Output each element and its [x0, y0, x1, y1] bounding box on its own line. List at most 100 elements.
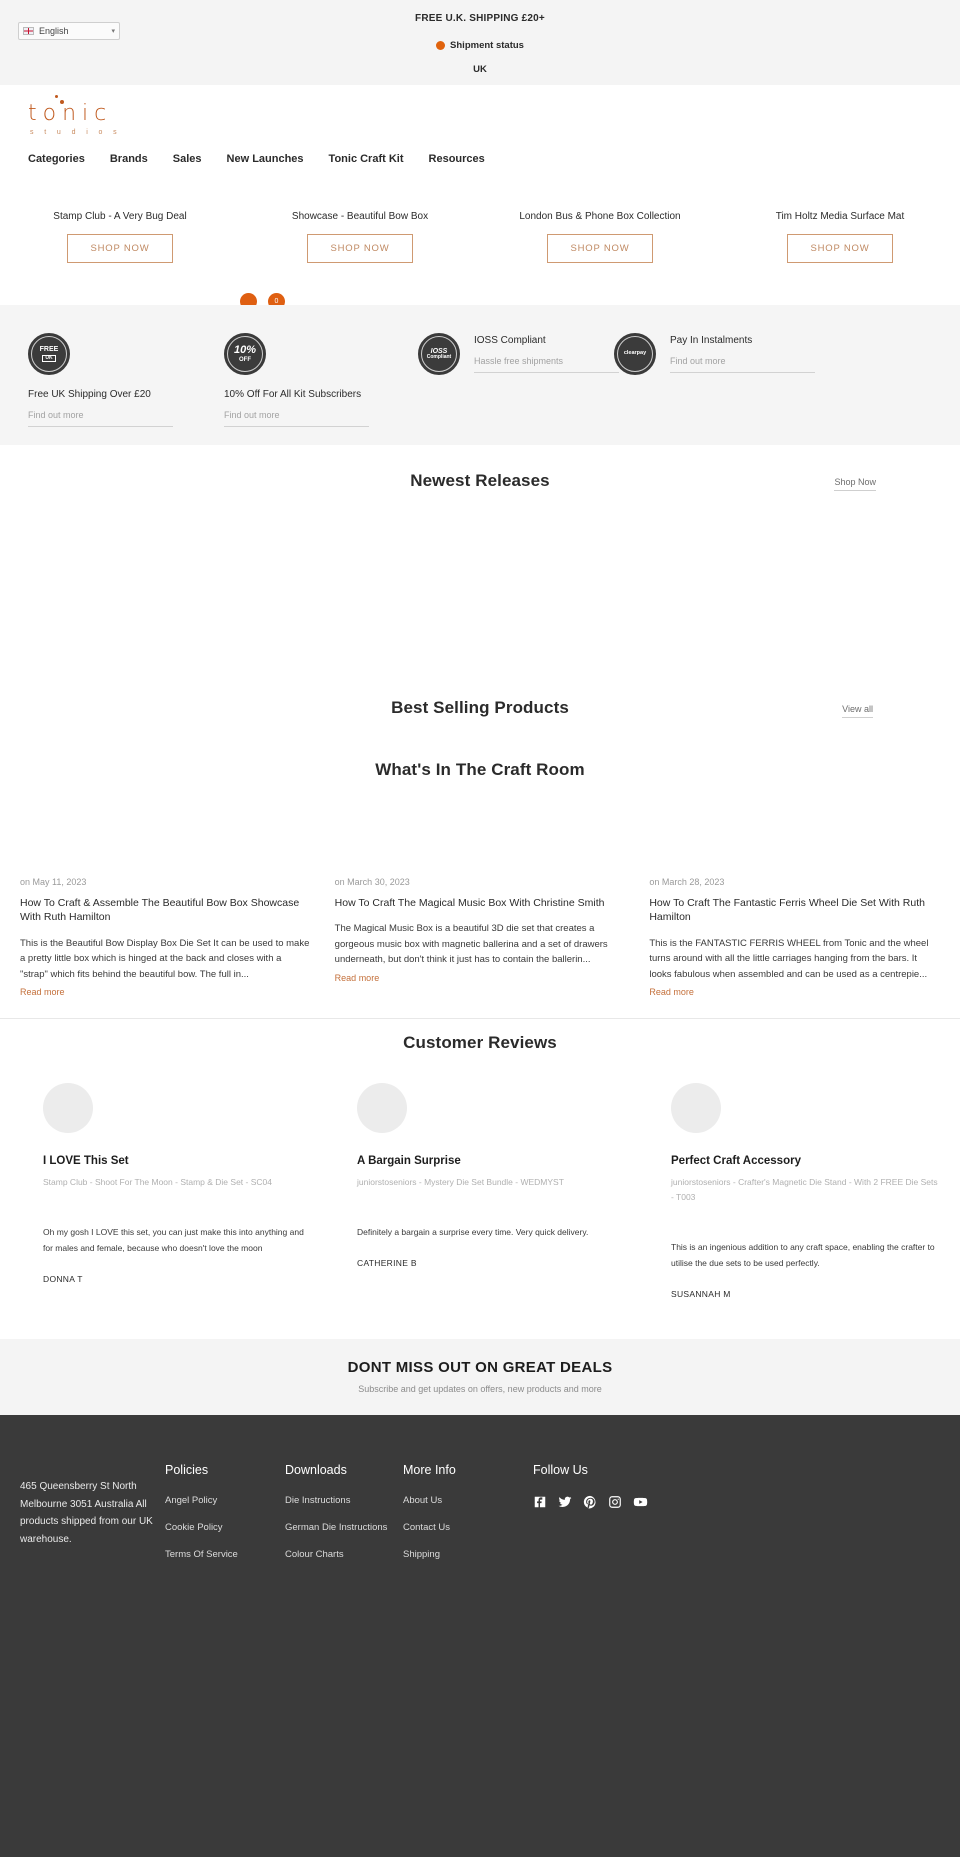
logo-tagline: s t u d i o s [30, 129, 122, 136]
avatar [43, 1083, 93, 1134]
review-body: Oh my gosh I LOVE this set, you can just… [43, 1226, 304, 1254]
read-more-link[interactable]: Read more [20, 987, 65, 997]
announcement-bar: FREE U.K. SHIPPING £20+ English ▾ Shipme… [0, 0, 960, 85]
section-title: Best Selling Products [391, 698, 569, 717]
shop-now-button[interactable]: SHOP NOW [787, 234, 893, 263]
footer-column-policies: Policies Angel Policy Cookie Policy Term… [165, 1463, 285, 1857]
language-selector[interactable]: English ▾ [18, 22, 120, 40]
benefit-title: Pay In Instalments [670, 335, 753, 346]
instagram-icon[interactable] [608, 1495, 622, 1514]
blog-title[interactable]: How To Craft The Fantastic Ferris Wheel … [649, 896, 940, 925]
nav-item-brands[interactable]: Brands [110, 153, 148, 165]
review-title: I LOVE This Set [43, 1155, 129, 1168]
benefit-clearpay: clearpay Pay In Instalments Find out mor… [614, 333, 815, 375]
chevron-down-icon: ▾ [111, 28, 115, 35]
review-card: I LOVE This Set Stamp Club - Shoot For T… [20, 1083, 312, 1299]
section-title: Customer Reviews [403, 1033, 557, 1053]
review-author: CATHERINE B [357, 1258, 417, 1269]
nav-item-new-launches[interactable]: New Launches [227, 153, 304, 165]
footer-heading: Policies [165, 1463, 209, 1478]
benefit-ioss: IOSS Compliant IOSS Compliant Hassle fre… [418, 333, 619, 375]
twitter-icon[interactable] [558, 1495, 572, 1514]
shipment-status[interactable]: Shipment status [0, 40, 960, 51]
promo-tiles: Stamp Club - A Very Bug Deal SHOP NOW Sh… [0, 189, 960, 305]
youtube-icon[interactable] [633, 1495, 648, 1514]
footer-link-angel-policy[interactable]: Angel Policy [165, 1495, 285, 1506]
best-selling-section: Best Selling Products View all [0, 672, 960, 718]
blog-date: on May 11, 2023 [20, 877, 87, 887]
ioss-compliant-badge-icon: IOSS Compliant [418, 333, 460, 375]
review-product[interactable]: Stamp Club - Shoot For The Moon - Stamp … [43, 1175, 312, 1190]
reviews-section: Customer Reviews [0, 1019, 960, 1083]
site-logo[interactable]: tonic s t u d i o s [28, 95, 122, 136]
reviews-list: I LOVE This Set Stamp Club - Shoot For T… [0, 1083, 960, 1299]
main-navigation: Categories Brands Sales New Launches Ton… [28, 153, 485, 165]
best-selling-link[interactable]: View all [842, 704, 873, 718]
language-label: English [39, 26, 69, 36]
benefit-title: Free UK Shipping Over £20 [28, 389, 151, 400]
footer-link-die-instructions[interactable]: Die Instructions [285, 1495, 403, 1506]
uk-flag-icon [23, 27, 34, 35]
review-product[interactable]: juniorstoseniors - Mystery Die Set Bundl… [357, 1175, 626, 1190]
footer-link-about-us[interactable]: About Us [403, 1495, 533, 1506]
site-header: tonic s t u d i o s Categories Brands Sa… [0, 85, 960, 310]
newest-releases-section: Newest Releases Shop Now [0, 445, 960, 491]
footer-heading: Downloads [285, 1463, 347, 1478]
review-title: Perfect Craft Accessory [671, 1155, 801, 1168]
footer-link-contact-us[interactable]: Contact Us [403, 1522, 533, 1533]
benefit-link[interactable]: Find out more [28, 410, 173, 427]
footer-column-more-info: More Info About Us Contact Us Shipping [403, 1463, 533, 1857]
footer-link-colour-charts[interactable]: Colour Charts [285, 1549, 403, 1560]
blog-excerpt: This is the Beautiful Bow Display Box Di… [20, 937, 310, 980]
blog-list: on May 11, 2023 How To Craft & Assemble … [0, 877, 960, 1000]
shop-now-button[interactable]: SHOP NOW [307, 234, 413, 263]
shipment-country: UK [473, 64, 487, 75]
nav-item-categories[interactable]: Categories [28, 153, 85, 165]
blog-title[interactable]: How To Craft & Assemble The Beautiful Bo… [20, 896, 311, 925]
footer-link-terms-of-service[interactable]: Terms Of Service [165, 1549, 285, 1560]
blog-title[interactable]: How To Craft The Magical Music Box With … [335, 896, 626, 910]
newsletter-title: DONT MISS OUT ON GREAT DEALS [347, 1359, 613, 1377]
blog-card[interactable]: on May 11, 2023 How To Craft & Assemble … [20, 877, 311, 1000]
nav-item-tonic-craft-kit[interactable]: Tonic Craft Kit [329, 153, 404, 165]
blog-card[interactable]: on March 28, 2023 How To Craft The Fanta… [649, 877, 940, 1000]
footer-heading: More Info [403, 1463, 456, 1478]
newest-releases-carousel[interactable] [0, 483, 960, 672]
benefit-link[interactable]: Hassle free shipments [474, 356, 619, 373]
footer-link-german-die-instructions[interactable]: German Die Instructions [285, 1522, 403, 1533]
badge-line-2: OFF [239, 356, 251, 363]
review-title: A Bargain Surprise [357, 1155, 461, 1168]
facebook-icon[interactable] [533, 1495, 547, 1514]
nav-item-sales[interactable]: Sales [173, 153, 202, 165]
benefit-title: IOSS Compliant [474, 335, 546, 346]
review-body: Definitely a bargain a surprise every ti… [357, 1226, 589, 1237]
avatar [671, 1083, 721, 1134]
craft-room-section: What's In The Craft Room [0, 754, 960, 814]
benefit-title: 10% Off For All Kit Subscribers [224, 389, 362, 400]
newest-releases-link[interactable]: Shop Now [834, 477, 876, 491]
cart-count: 0 [274, 298, 279, 305]
review-product[interactable]: juniorstoseniors - Crafter's Magnetic Di… [671, 1175, 940, 1205]
newsletter-subtitle: Subscribe and get updates on offers, new… [358, 1384, 602, 1395]
blog-images-row [0, 814, 960, 877]
read-more-link[interactable]: Read more [649, 987, 694, 997]
shop-now-button[interactable]: SHOP NOW [67, 234, 173, 263]
shop-now-button[interactable]: SHOP NOW [547, 234, 653, 263]
blog-card[interactable]: on March 30, 2023 How To Craft The Magic… [335, 877, 626, 1000]
ten-percent-off-badge-icon: 10% OFF [224, 333, 266, 375]
avatar [357, 1083, 407, 1134]
footer-column-follow-us: Follow Us [533, 1463, 713, 1857]
nav-item-resources[interactable]: Resources [429, 153, 485, 165]
benefit-link[interactable]: Find out more [224, 410, 369, 427]
footer-link-cookie-policy[interactable]: Cookie Policy [165, 1522, 285, 1533]
pinterest-icon[interactable] [583, 1495, 597, 1514]
read-more-link[interactable]: Read more [335, 973, 380, 983]
promo-title: Tim Holtz Media Surface Mat [775, 211, 905, 222]
footer-link-shipping[interactable]: Shipping [403, 1549, 533, 1560]
clearpay-badge-icon: clearpay [614, 333, 656, 375]
status-dot-icon [436, 41, 446, 50]
shipment-status-label: Shipment status [450, 40, 524, 51]
benefit-link[interactable]: Find out more [670, 356, 815, 373]
badge-line-2: UK [42, 354, 56, 362]
promo-title: Showcase - Beautiful Bow Box [291, 211, 429, 222]
